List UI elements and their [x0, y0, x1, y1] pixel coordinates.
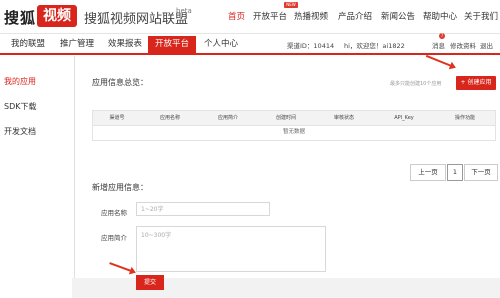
create-app-button[interactable]: + 创建应用	[456, 76, 496, 90]
column-header: API_Key	[394, 115, 414, 121]
app-desc-label: 应用简介	[101, 234, 127, 242]
app-name-input[interactable]: 1~20字	[136, 202, 270, 216]
logo-text: 搜狐	[4, 9, 37, 27]
page-number-button[interactable]: 1	[447, 164, 463, 181]
overview-title: 应用信息总览：	[92, 78, 148, 87]
column-header: 创建时间	[275, 115, 296, 121]
tab-underline	[0, 53, 500, 55]
nav-products[interactable]: 产品介绍	[338, 10, 372, 22]
tab-personal[interactable]: 个人中心	[198, 36, 244, 53]
site-title: 搜狐视频网站联盟	[84, 12, 189, 27]
new-badge: NEW	[284, 2, 298, 8]
sidebar-item-sdk[interactable]: SDK下载	[4, 101, 36, 112]
arrow-annotation-create	[425, 54, 455, 68]
message-count-badge: 7	[439, 33, 445, 39]
sidebar-item-my-apps[interactable]: 我的应用	[4, 76, 36, 87]
messages-link[interactable]: 消息	[432, 40, 445, 50]
form-title: 新增应用信息：	[92, 183, 148, 192]
prev-page-button[interactable]: 上一页	[410, 164, 446, 181]
limit-hint: 最多只能创建10个应用	[390, 81, 442, 87]
sidebar-border	[74, 56, 75, 298]
column-header: 应用名称	[159, 115, 180, 121]
nav-help[interactable]: 帮助中心	[423, 10, 457, 22]
channel-id: 渠道ID：10414	[287, 42, 335, 50]
tab-promotion[interactable]: 推广管理	[54, 36, 100, 53]
column-header: 操作功能	[454, 115, 475, 121]
nav-open-platform[interactable]: 开放平台	[253, 10, 287, 22]
column-header: 应用简介	[217, 115, 238, 121]
tab-open-platform[interactable]: 开放平台	[148, 36, 196, 53]
column-header: 审核状态	[333, 115, 354, 121]
logout-link[interactable]: 退出	[480, 40, 493, 50]
logo-badge: 视频	[37, 5, 77, 27]
no-data-text: 暂无数据	[282, 129, 305, 135]
nav-home[interactable]: 首页	[228, 10, 245, 22]
beta-label: beta	[176, 7, 192, 15]
tab-my-union[interactable]: 我的联盟	[4, 36, 52, 53]
submit-button[interactable]: 提交	[136, 275, 164, 290]
nav-hot-videos[interactable]: 热播视频	[294, 10, 328, 22]
nav-about[interactable]: 关于我们	[464, 10, 498, 22]
table-body: 暂无数据	[92, 124, 496, 141]
next-page-button[interactable]: 下一页	[464, 164, 498, 181]
column-header: 渠道号	[109, 115, 125, 121]
header-divider	[0, 33, 500, 34]
tab-reports[interactable]: 效果报表	[102, 36, 148, 53]
arrow-annotation-submit	[109, 262, 135, 273]
app-desc-textarea[interactable]: 10~300字	[136, 226, 326, 272]
edit-profile-link[interactable]: 修改资料	[450, 40, 476, 50]
app-name-label: 应用名称	[101, 209, 127, 217]
sidebar-item-docs[interactable]: 开发文档	[4, 126, 36, 137]
nav-news[interactable]: 新闻公告	[381, 10, 415, 22]
greeting: hi，欢迎您！ai1822	[344, 42, 405, 50]
